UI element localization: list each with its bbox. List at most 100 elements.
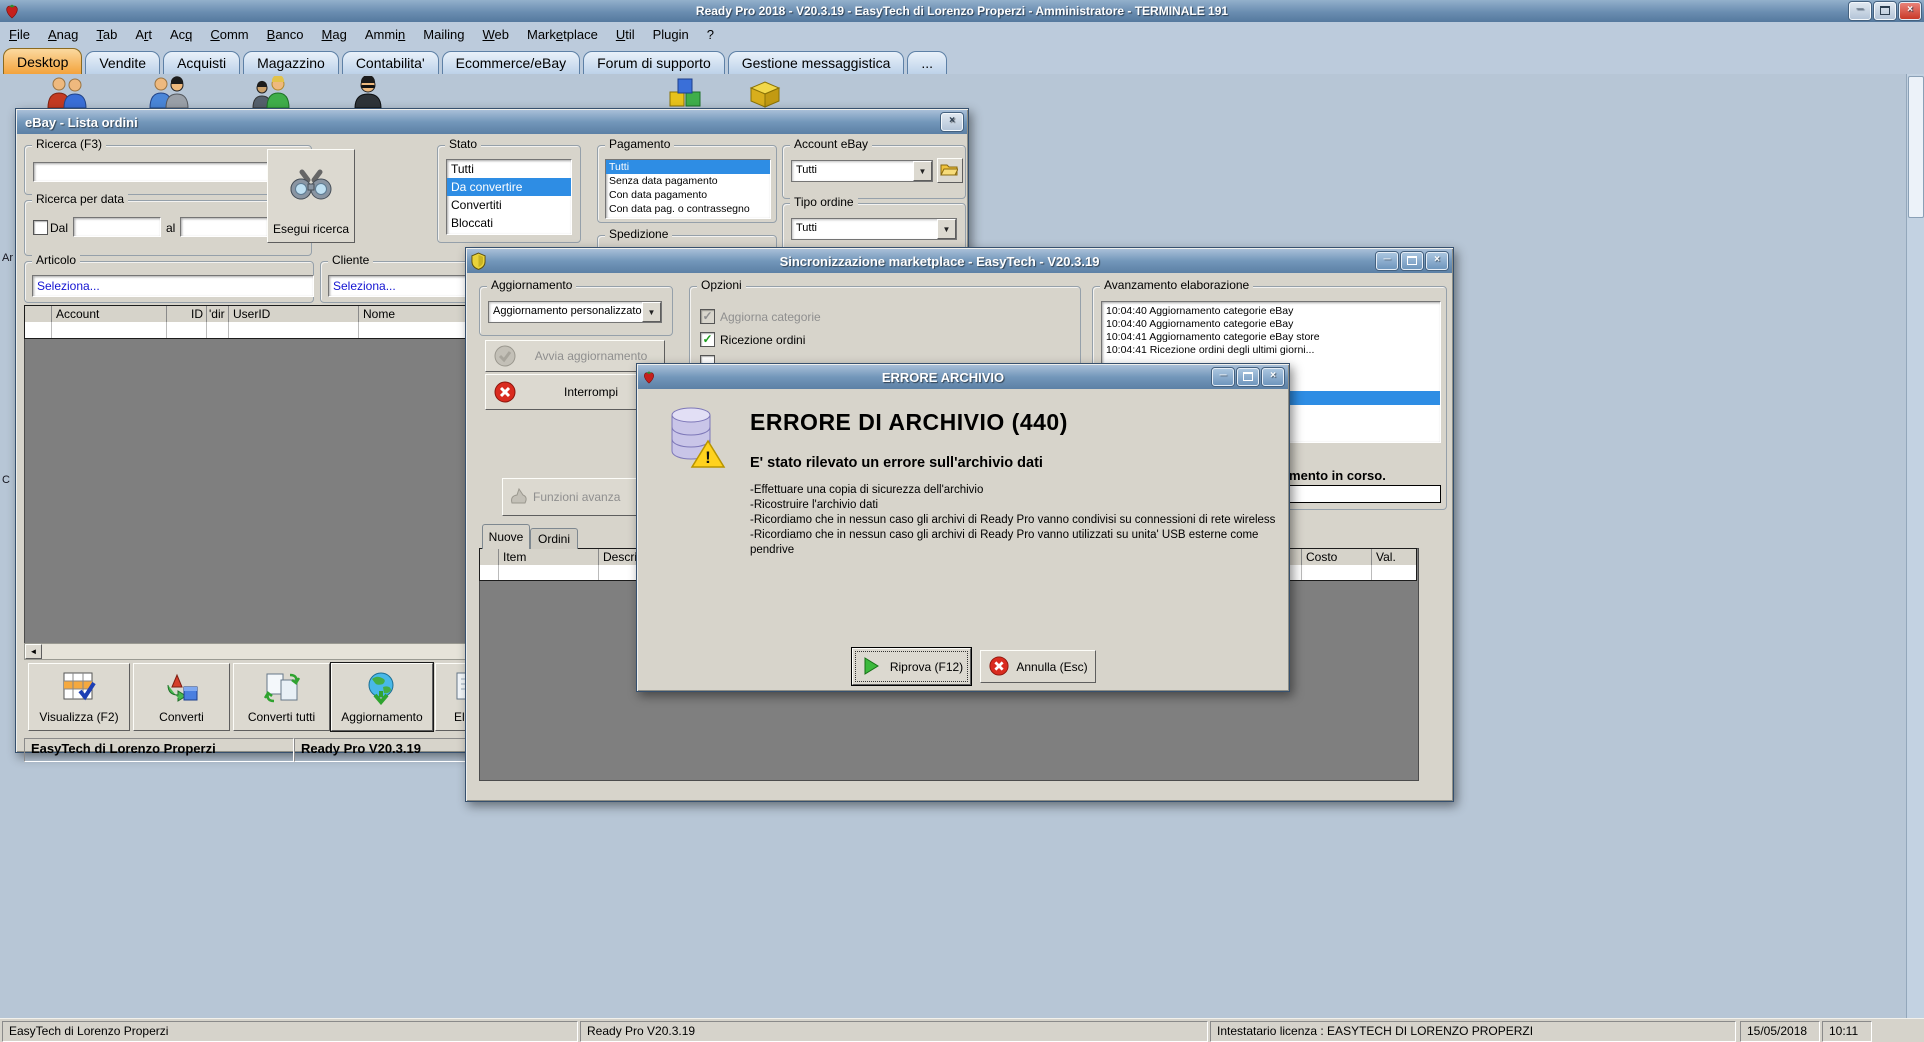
data-al-input[interactable] (180, 217, 268, 237)
dal-checkbox[interactable] (33, 220, 48, 235)
sync-maximize-button[interactable] (1401, 252, 1423, 270)
scrollbar-thumb[interactable] (1908, 76, 1924, 218)
tab-acquisti[interactable]: Acquisti (163, 51, 241, 74)
ricezione-ordini-checkbox[interactable]: ✓ (700, 332, 715, 347)
menu-marketplace[interactable]: Marketplace (518, 23, 607, 47)
tab-vendite[interactable]: Vendite (85, 51, 161, 74)
pagamento-listbox[interactable]: Tutti Senza data pagamento Con data paga… (605, 159, 771, 219)
pagamento-item-tutti[interactable]: Tutti (606, 160, 770, 174)
orders-col-userid[interactable]: UserID (228, 306, 363, 322)
menu-tab[interactable]: Tab (87, 23, 126, 47)
pagamento-item-con-data[interactable]: Con data pagamento (606, 188, 770, 202)
dialog-close-button[interactable]: × (1262, 368, 1284, 386)
desktop-label-fragment-ar: Ar (2, 252, 13, 264)
tab-ordini[interactable]: Ordini (530, 528, 578, 549)
aggiornamento-button[interactable]: Aggiornamento (330, 662, 434, 732)
globe-sync-icon (368, 672, 394, 705)
tab-desktop[interactable]: Desktop (3, 48, 83, 74)
error-detail-lines: -Effettuare una copia di sicurezza dell'… (750, 483, 1288, 558)
sync-mode-select[interactable]: Aggiornamento personalizzato ▼ (488, 301, 662, 323)
aggiorna-categorie-checkbox[interactable]: ✓ (700, 309, 715, 324)
account-folder-button[interactable] (937, 158, 963, 183)
tab-contabilita[interactable]: Contabilita' (341, 51, 439, 74)
stato-item-tutti[interactable]: Tutti (447, 160, 571, 178)
menu-web[interactable]: Web (473, 23, 518, 47)
tipo-ordine-value: Tutti (796, 222, 817, 234)
chevron-down-icon[interactable]: ▼ (913, 161, 932, 181)
sync-close-button[interactable]: × (1426, 252, 1448, 270)
dialog-minimize-button[interactable]: ─ (1212, 368, 1234, 386)
visualizza-button[interactable]: Visualizza (F2) (28, 663, 130, 731)
converti-button[interactable]: Converti (133, 663, 230, 731)
chevron-down-icon[interactable]: ▼ (937, 219, 956, 239)
menu-plugin[interactable]: Plugin (644, 23, 698, 47)
tab-more[interactable]: ... (907, 51, 948, 74)
chevron-down-icon[interactable]: ▼ (642, 302, 661, 322)
clients-pair-green-icon[interactable] (248, 76, 294, 108)
ricerca-input[interactable] (33, 162, 299, 182)
stato-item-bloccati[interactable]: Bloccati (447, 214, 571, 232)
tab-ecommerce-ebay[interactable]: Ecommerce/eBay (441, 51, 581, 74)
menu-help[interactable]: ? (698, 23, 723, 47)
error-line: -Effettuare una copia di sicurezza dell'… (750, 484, 984, 496)
orders-col-dir[interactable]: 'dir (206, 306, 229, 322)
menu-banco[interactable]: Banco (258, 23, 313, 47)
error-dialog-title-bar[interactable]: ERRORE ARCHIVIO ─ × (638, 365, 1288, 389)
stato-item-da-convertire[interactable]: Da convertire (447, 178, 571, 196)
sync-minimize-button[interactable]: ─ (1376, 252, 1398, 270)
ebay-window-title-bar[interactable]: eBay - Lista ordini × (17, 110, 967, 134)
pagamento-item-contrassegno[interactable]: Con data pag. o contrassegno (606, 202, 770, 216)
visualizza-label: Visualizza (F2) (39, 710, 119, 724)
menu-file[interactable]: File (0, 23, 39, 47)
stato-listbox[interactable]: Tutti Da convertire Convertiti Bloccati (446, 159, 572, 235)
orders-col-account[interactable]: Account (51, 306, 171, 322)
cubes-stack-icon[interactable] (664, 76, 708, 108)
convert-all-icon (263, 673, 300, 703)
dialog-maximize-button[interactable] (1237, 368, 1259, 386)
funzioni-avanzate-button[interactable]: Funzioni avanza (502, 478, 654, 516)
esegui-ricerca-button[interactable]: Esegui ricerca (267, 149, 355, 243)
riprova-button[interactable]: Riprova (F12) (851, 647, 972, 686)
menu-anag[interactable]: Anag (39, 23, 87, 47)
tab-nuove[interactable]: Nuove (482, 524, 530, 549)
database-error-icon: ! (671, 407, 726, 468)
data-dal-input[interactable] (73, 217, 161, 237)
clients-pair-red-blue-icon[interactable] (44, 76, 90, 108)
tab-gestione-messaggistica[interactable]: Gestione messaggistica (727, 51, 905, 74)
sync-col-costo[interactable]: Costo (1301, 549, 1376, 565)
client-agent-icon[interactable] (348, 76, 388, 108)
riprova-label: Riprova (F12) (889, 660, 964, 674)
account-ebay-select[interactable]: Tutti ▼ (791, 160, 933, 182)
sync-col-val[interactable]: Val. (1371, 549, 1421, 565)
annulla-button[interactable]: Annulla (Esc) (980, 650, 1096, 683)
pagamento-item-senza-data[interactable]: Senza data pagamento (606, 174, 770, 188)
error-line: -Ricordiamo che in nessun caso gli archi… (750, 514, 1276, 526)
cliente-selector[interactable]: Seleziona... (328, 275, 486, 297)
sync-col-item[interactable]: Item (498, 549, 603, 565)
ebay-close-button[interactable]: × (941, 113, 963, 131)
menu-art[interactable]: Art (126, 23, 161, 47)
tab-forum-di-supporto[interactable]: Forum di supporto (583, 51, 725, 74)
converti-tutti-button[interactable]: Converti tutti (233, 663, 330, 731)
orders-col-id[interactable]: ID (166, 306, 207, 322)
menu-ammin[interactable]: Ammin (356, 23, 414, 47)
sync-window-title-bar[interactable]: Sincronizzazione marketplace - EasyTech … (467, 249, 1452, 273)
package-box-icon[interactable] (746, 76, 784, 108)
menu-mailing[interactable]: Mailing (414, 23, 473, 47)
menu-util[interactable]: Util (607, 23, 644, 47)
clients-pair-blue-gray-icon[interactable] (146, 76, 192, 108)
tipo-ordine-select[interactable]: Tutti ▼ (791, 218, 957, 240)
menu-bar: File Anag Tab Art Acq Comm Banco Mag Amm… (0, 22, 1924, 48)
menu-acq[interactable]: Acq (161, 23, 201, 47)
stato-item-convertiti[interactable]: Convertiti (447, 196, 571, 214)
binoculars-icon (290, 169, 332, 200)
check-circle-disabled-icon (494, 345, 516, 367)
workspace-scrollbar[interactable] (1906, 74, 1924, 1018)
converti-tutti-label: Converti tutti (247, 710, 316, 724)
menu-mag[interactable]: Mag (313, 23, 356, 47)
tab-magazzino[interactable]: Magazzino (243, 51, 339, 74)
warning-exclamation: ! (705, 448, 711, 467)
menu-comm[interactable]: Comm (201, 23, 257, 47)
articolo-selector[interactable]: Seleziona... (32, 275, 314, 297)
scroll-left-button[interactable]: ◄ (25, 644, 42, 659)
